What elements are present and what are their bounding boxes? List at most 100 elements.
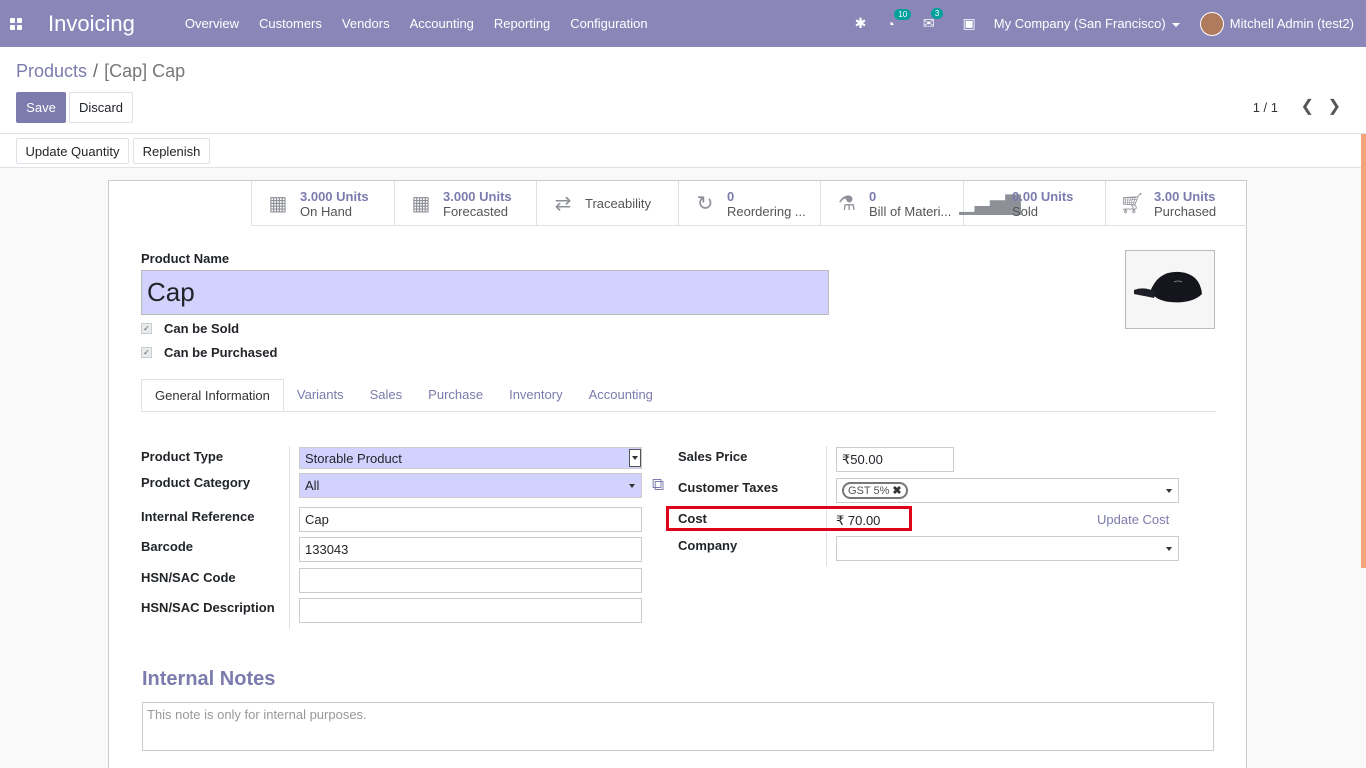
company-label: Company [678, 538, 738, 553]
tab-general-information[interactable]: General Information [141, 379, 284, 411]
menu-customers[interactable]: Customers [249, 0, 332, 47]
cubes-icon: ▦ [411, 193, 431, 215]
flask-icon: ⚗ [838, 193, 856, 215]
product-name-input[interactable]: Cap [141, 270, 829, 315]
tab-inventory[interactable]: Inventory [496, 379, 575, 411]
internal-notes-title: Internal Notes [142, 668, 276, 690]
chevron-left-icon[interactable]: ❮ [1301, 96, 1314, 116]
tab-sales[interactable]: Sales [357, 379, 416, 411]
pager-value[interactable]: 1 / 1 [1253, 100, 1278, 115]
bom-value: 0 [869, 188, 877, 204]
product-category-select[interactable]: All [299, 473, 642, 498]
tab-purchase[interactable]: Purchase [415, 379, 496, 411]
traceability-label: Traceability [585, 196, 651, 211]
internal-notes-textarea[interactable]: This note is only for internal purposes. [142, 702, 1214, 751]
external-link-icon[interactable]: ⧉ [652, 475, 664, 495]
save-button[interactable]: Save [16, 92, 66, 123]
menu-reporting[interactable]: Reporting [484, 0, 560, 47]
cap-image [1134, 271, 1202, 302]
forecasted-value: 3.000 Units [443, 188, 512, 204]
messages-count-badge: 3 [930, 8, 944, 19]
scrollbar[interactable] [1361, 134, 1366, 568]
breadcrumb-current: [Cap] Cap [104, 61, 186, 81]
form-tabs: General Information Variants Sales Purch… [141, 379, 1216, 412]
menu-vendors[interactable]: Vendors [332, 0, 400, 47]
tax-tag: GST 5% ✖ [842, 482, 908, 499]
purchased-value: 3.00 Units [1154, 188, 1216, 204]
smart-button-reordering[interactable]: ↻ 0 Reordering ... [678, 181, 820, 226]
discard-button[interactable]: Discard [69, 92, 133, 123]
customer-taxes-field[interactable]: GST 5% ✖ [836, 478, 1179, 503]
tab-accounting[interactable]: Accounting [576, 379, 666, 411]
sales-price-label: Sales Price [678, 449, 748, 464]
reordering-label: Reordering ... [727, 203, 806, 219]
product-type-value: Storable Product [305, 450, 402, 466]
status-bar: Update Quantity Replenish [0, 134, 1366, 168]
close-icon[interactable]: ✖ [892, 484, 901, 497]
breadcrumb-separator: / [93, 61, 99, 81]
replenish-button[interactable]: Replenish [133, 138, 210, 164]
company-select[interactable] [836, 536, 1179, 561]
chevron-down-icon [632, 456, 638, 460]
messages-chat-icon[interactable]: ✉ 3 [923, 8, 944, 32]
hsn-code-field[interactable] [299, 568, 642, 593]
product-category-value: All [305, 478, 320, 493]
bom-label: Bill of Materi... [869, 203, 952, 219]
main-menu: Overview Customers Vendors Accounting Re… [175, 0, 658, 47]
menu-accounting[interactable]: Accounting [400, 0, 484, 47]
internal-reference-field[interactable]: Cap [299, 507, 642, 532]
control-panel: Products / [Cap] Cap Save Discard 1 / 1 ❮ … [0, 47, 1366, 134]
smart-button-sold[interactable]: ▁▃▅▇ 0.00 Units Sold [959, 181, 1105, 226]
exchange-icon: ⇄ [554, 193, 572, 215]
company-switcher[interactable]: My Company (San Francisco) [994, 16, 1180, 31]
hsn-code-label: HSN/SAC Code [141, 570, 236, 585]
product-type-select[interactable]: Storable Product [299, 447, 642, 469]
update-cost-button[interactable]: Update Cost [1097, 512, 1169, 527]
app-title[interactable]: Invoicing [48, 11, 135, 37]
user-name: Mitchell Admin (test2) [1229, 16, 1354, 31]
divider [289, 446, 290, 629]
top-navbar: Invoicing Overview Customers Vendors Acc… [0, 0, 1366, 47]
gift-icon[interactable]: ▣ [963, 15, 976, 32]
on-hand-label: On Hand [300, 203, 353, 219]
smart-button-purchased[interactable]: 🛒︎ 3.00 Units Purchased [1105, 181, 1247, 226]
forecasted-label: Forecasted [443, 203, 509, 219]
product-category-label: Product Category [141, 475, 251, 490]
user-menu[interactable]: Mitchell Admin (test2) [1199, 11, 1354, 36]
can-be-purchased-checkbox[interactable]: ✓ [141, 347, 152, 358]
signal-icon: ▁▃▅▇ [959, 193, 1021, 215]
on-hand-value: 3.000 Units [300, 188, 369, 204]
smart-button-traceability[interactable]: ⇄ Traceability [536, 181, 678, 226]
chevron-right-icon[interactable]: ❯ [1328, 96, 1341, 116]
barcode-label: Barcode [141, 539, 194, 554]
activity-count-badge: 10 [894, 8, 912, 20]
sales-price-field[interactable]: ₹50.00 [836, 447, 954, 472]
hsn-description-label: HSN/SAC Description [141, 600, 275, 615]
breadcrumb-parent-link[interactable]: Products [16, 61, 87, 81]
smart-button-on-hand[interactable]: ▦ 3.000 Units On Hand [251, 181, 394, 226]
barcode-field[interactable]: 133043 [299, 537, 642, 562]
debug-bug-icon[interactable]: ✱ [855, 15, 867, 32]
product-image[interactable] [1125, 250, 1215, 329]
can-be-purchased-label: Can be Purchased [164, 345, 278, 360]
cost-highlight-box [666, 506, 912, 531]
chevron-down-icon [1171, 22, 1180, 27]
hsn-description-field[interactable] [299, 598, 642, 623]
tax-tag-label: GST 5% [848, 484, 890, 497]
sold-value: 0.00 Units [1012, 188, 1074, 204]
purchased-label: Purchased [1154, 203, 1217, 219]
company-name: My Company (San Francisco) [993, 16, 1166, 31]
can-be-sold-checkbox[interactable]: ✓ [141, 323, 152, 334]
update-quantity-button[interactable]: Update Quantity [16, 138, 129, 164]
refresh-icon: ↻ [696, 193, 714, 215]
menu-overview[interactable]: Overview [175, 0, 249, 47]
menu-configuration[interactable]: Configuration [560, 0, 657, 47]
smart-button-forecasted[interactable]: ▦ 3.000 Units Forecasted [394, 181, 536, 226]
smart-button-bom[interactable]: ⚗ 0 Bill of Materi... [820, 181, 963, 226]
tab-variants[interactable]: Variants [284, 379, 357, 411]
activity-clock-icon[interactable]: ◔ 10 [886, 8, 912, 32]
cubes-icon: ▦ [268, 193, 288, 215]
cart-icon: 🛒︎ [1119, 193, 1145, 215]
form-sheet: ▦ 3.000 Units On Hand ▦ 3.000 Units Foreca… [108, 180, 1247, 768]
apps-menu-icon[interactable] [0, 0, 32, 47]
